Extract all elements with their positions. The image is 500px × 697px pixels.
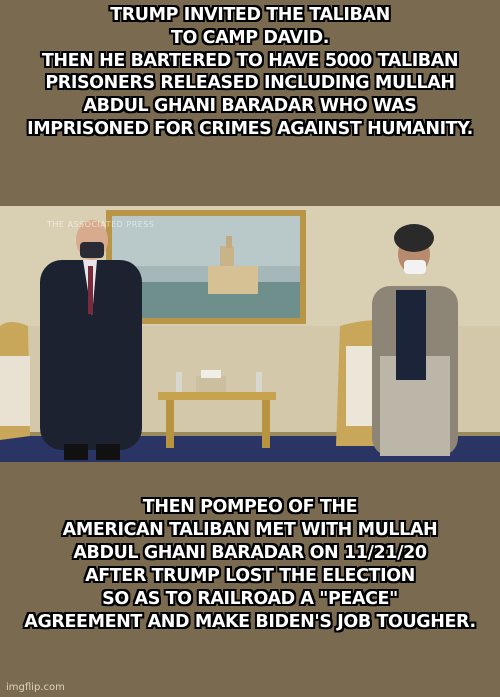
top-caption: TRUMP INVITED THE TALIBAN TO CAMP DAVID.…	[0, 4, 500, 141]
meeting-photo: THE ASSOCIATED PRESS	[0, 206, 500, 462]
top-caption-line: PRISONERS RELEASED INCLUDING MULLAH	[45, 73, 455, 94]
bottom-caption-line: SO AS TO RAILROAD A "PEACE"	[102, 589, 398, 609]
top-caption-line: IMPRISONED FOR CRIMES AGAINST HUMANITY.	[27, 118, 473, 139]
bottom-caption-line: AGREEMENT AND MAKE BIDEN'S JOB TOUGHER.	[24, 612, 476, 632]
bottom-caption: THEN POMPEO OF THE AMERICAN TALIBAN MET …	[0, 496, 500, 634]
bottom-caption-line: AMERICAN TALIBAN MET WITH MULLAH	[62, 520, 438, 540]
bottom-caption-line: AFTER TRUMP LOST THE ELECTION	[85, 566, 415, 586]
top-caption-line: ABDUL GHANI BARADAR WHO WAS	[83, 96, 417, 117]
top-caption-line: TO CAMP DAVID.	[170, 27, 330, 48]
bottom-caption-line: ABDUL GHANI BARADAR ON 11/21/20	[73, 543, 427, 563]
top-caption-line: THEN HE BARTERED TO HAVE 5000 TALIBAN	[41, 50, 459, 71]
bottom-caption-line: THEN POMPEO OF THE	[142, 497, 358, 517]
imgflip-watermark: imgflip.com	[6, 682, 65, 693]
top-caption-line: TRUMP INVITED THE TALIBAN	[110, 5, 390, 25]
meeting-photo-illustration	[0, 206, 500, 462]
photo-watermark: THE ASSOCIATED PRESS	[47, 220, 155, 229]
